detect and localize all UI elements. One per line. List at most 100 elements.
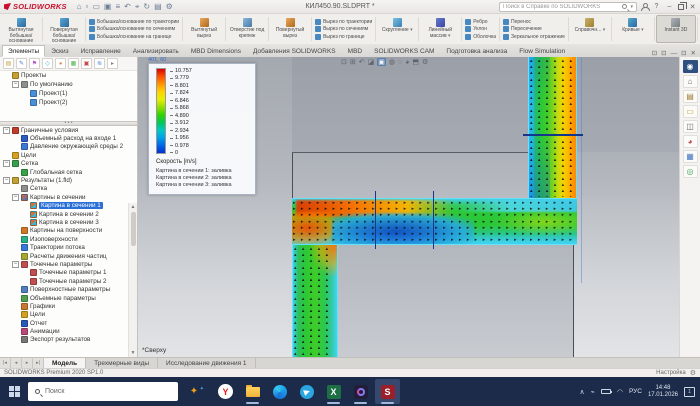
network-icon[interactable]: ◠ [617, 388, 623, 396]
gear-icon[interactable]: ⚙ [690, 369, 696, 377]
panel-splitter[interactable] [0, 121, 137, 126]
cam-operation-tree-icon[interactable]: ▣ [81, 58, 92, 69]
tree-item[interactable]: Картина в сечении 1 [0, 202, 137, 210]
ribbon-stack-button[interactable]: Бобышка/основание по траектории [89, 19, 179, 25]
view-settings-icon[interactable]: ⚙ [422, 58, 428, 66]
language-indicator[interactable]: РУС [629, 388, 642, 395]
flow-channel-horizontal[interactable]: ▸ ▸ ▸ ▸ ▸ ▸ ▸ ▸ ▸ ▸ ▸ ▸ ▸ ▸ ▸ ▸ ▸ ▸ ▸ ▸ … [292, 198, 577, 245]
flow-channel-vertical-right[interactable]: ▴ ▴ ▴ ▴ ▴ ▴ ▴ ▴ ▴ ▴ ▴ ▴ ▴ ▴ ▴ ▴ ▴ ▴ ▴ ▴ … [528, 57, 577, 198]
home-icon[interactable]: ⌂ [77, 2, 82, 12]
next-tab-icon[interactable]: ▸ [22, 358, 33, 368]
view-palette-icon[interactable]: ◫ [683, 120, 698, 133]
tab-Flow Simulation[interactable]: Flow Simulation [513, 45, 571, 57]
options-icon[interactable]: ⚙ [166, 2, 173, 12]
flow-simulation-tree-icon[interactable]: ≋ [94, 58, 105, 69]
tree-item[interactable]: Объемные параметры [0, 294, 137, 302]
ribbon-stack-button[interactable]: Уклон [465, 26, 496, 32]
tree-item[interactable]: −Картины в сечении [0, 193, 137, 201]
ribbon-button-0[interactable]: Вытянутая бобышка/основание [1, 15, 41, 43]
ribbon-stack-button[interactable]: Перенос [503, 19, 565, 25]
ribbon-stack-button[interactable]: Бобышка/основание по сечениям [89, 26, 179, 32]
tree-item[interactable]: Картины на поверхности [0, 227, 137, 235]
taskbar-app-solidworks[interactable]: S [375, 379, 400, 404]
ribbon-button-1[interactable]: Повернутая бобышка/основание [44, 15, 84, 43]
chevron-down-icon[interactable]: ▾ [630, 4, 633, 10]
collapse-toggle-icon[interactable]: − [12, 261, 19, 268]
collapse-toggle-icon[interactable]: − [12, 194, 19, 201]
taskbar-app-yandex-browser[interactable]: Y [213, 379, 238, 404]
tree-item[interactable]: Сетка [0, 185, 137, 193]
section-plane-line-3[interactable] [523, 134, 583, 136]
tree-item[interactable]: Давление окружающей среды 2 [0, 143, 137, 151]
ribbon-stack-button[interactable]: Ребро [465, 19, 496, 25]
solidworks-resources-icon[interactable]: ◉ [683, 60, 698, 73]
tab-Эскиз[interactable]: Эскиз [45, 45, 74, 57]
taskbar-app-blue-swoosh-app[interactable] [267, 379, 292, 404]
ribbon-stack-button[interactable]: Вырез по траектории [315, 19, 372, 25]
tab-SOLIDWORKS CAM[interactable]: SOLIDWORKS CAM [368, 45, 440, 57]
tree-item[interactable]: Проект(1) [0, 89, 137, 98]
tree-item[interactable]: Объемный расход на входе 1 [0, 134, 137, 142]
solidworks-logo[interactable]: SOLIDWORKS [0, 2, 71, 11]
file-properties-icon[interactable]: ▤ [154, 2, 162, 12]
ribbon-button-13[interactable]: Instant 3D [656, 15, 696, 43]
tab-Добавления SOLIDWORKS[interactable]: Добавления SOLIDWORKS [247, 45, 342, 57]
new-document-icon[interactable]: ▫ [86, 2, 89, 12]
ribbon-stack-button[interactable]: Вырез по сечениям [315, 26, 372, 32]
tree-item[interactable]: Анимации [0, 327, 137, 335]
graphics-viewport[interactable]: ▴ ▴ ▴ ▴ ▴ ▴ ▴ ▴ ▴ ▴ ▴ ▴ ▴ ▴ ▴ ▴ ▴ ▴ ▴ ▴ … [138, 57, 679, 357]
collapse-toggle-icon[interactable]: − [3, 127, 10, 134]
collapse-toggle-icon[interactable]: − [3, 160, 10, 167]
tree-item[interactable]: Картина в сечении 3 [0, 218, 137, 226]
tree-item[interactable]: Проект(2) [0, 98, 137, 107]
ribbon-button-7[interactable]: Скругление ▾ [377, 15, 417, 43]
doc-tab-Модель[interactable]: Модель [44, 358, 86, 368]
tree-item[interactable]: Изоповерхности [0, 235, 137, 243]
window-icon[interactable]: ⊡ [652, 49, 657, 57]
ribbon-button-8[interactable]: Линейный массив ▾ [420, 15, 460, 43]
pane-options-icon[interactable]: ▸ [107, 58, 118, 69]
first-tab-icon[interactable]: |◂ [0, 358, 11, 368]
undo-icon[interactable]: ↶ [124, 2, 131, 12]
ribbon-button-12[interactable]: Кривые ▾ [613, 15, 653, 43]
taskbar-app-telegram[interactable] [294, 379, 319, 404]
section-plane-line-2[interactable] [433, 191, 434, 249]
tab-Анализировать[interactable]: Анализировать [127, 45, 185, 57]
tree-item[interactable]: Картина в сечении 2 [0, 210, 137, 218]
start-button[interactable] [0, 377, 28, 406]
scene-icon[interactable]: ⬒ [412, 58, 419, 66]
forum-icon[interactable]: ◎ [683, 165, 698, 178]
previous-view-icon[interactable]: ↶ [359, 58, 365, 66]
taskbar-app-opera[interactable] [348, 379, 373, 404]
section-view-icon[interactable]: ◪ [368, 58, 375, 66]
tree-item[interactable]: −Граничные условия [0, 126, 137, 134]
restore-button[interactable] [678, 4, 684, 10]
tree-item[interactable]: Экспорт результатов [0, 336, 137, 344]
notification-center-icon[interactable]: 1 [684, 387, 695, 397]
hide-show-icon[interactable]: ◌ [398, 59, 402, 66]
clock[interactable]: 14:48 17.01.2026 [648, 385, 678, 399]
custom-properties-icon[interactable]: ▦ [683, 150, 698, 163]
scroll-up-icon[interactable]: ▲ [131, 204, 136, 210]
doc-tab-Трехмерные виды[interactable]: Трехмерные виды [86, 358, 158, 368]
doc-tab-Исследование движения 1[interactable]: Исследование движения 1 [158, 358, 255, 368]
ribbon-stack-button[interactable]: Пересечение [503, 26, 565, 32]
dimxpertmanager-icon[interactable]: ◇ [42, 58, 53, 69]
chevron-up-icon[interactable]: ∧ [579, 388, 584, 396]
configurationmanager-icon[interactable]: ⚑ [29, 58, 40, 69]
home-icon[interactable]: ⌂ [683, 75, 698, 88]
tree-item[interactable]: Траектории потока [0, 243, 137, 251]
section-plane-line-1[interactable] [375, 191, 376, 249]
tree-item[interactable]: Глобальная сетка [0, 168, 137, 176]
window-icon[interactable]: ⊡ [661, 49, 666, 57]
tree-item[interactable]: Поверхностные параметры [0, 285, 137, 293]
minimize-icon[interactable]: ― [671, 50, 678, 57]
tree-item[interactable]: −По умолчанию [0, 80, 137, 89]
display-style-icon[interactable]: ◍ [389, 58, 395, 66]
scrollbar-thumb[interactable] [131, 212, 136, 246]
displaymanager-icon[interactable]: ◕ [55, 58, 66, 69]
flow-channel-vertical-left[interactable]: ▴ ▴ ▴ ▴ ▴ ▴ ▴ ▴ ▴ ▴ ▴ ▴ ▴ ▴ ▴ ▴ ▴ ▴ ▴ ▴ … [292, 245, 338, 357]
propertymanager-icon[interactable]: ✎ [16, 58, 27, 69]
ribbon-stack-button[interactable]: Вырез по границе [315, 34, 372, 40]
tab-MBD Dimensions[interactable]: MBD Dimensions [185, 45, 247, 57]
